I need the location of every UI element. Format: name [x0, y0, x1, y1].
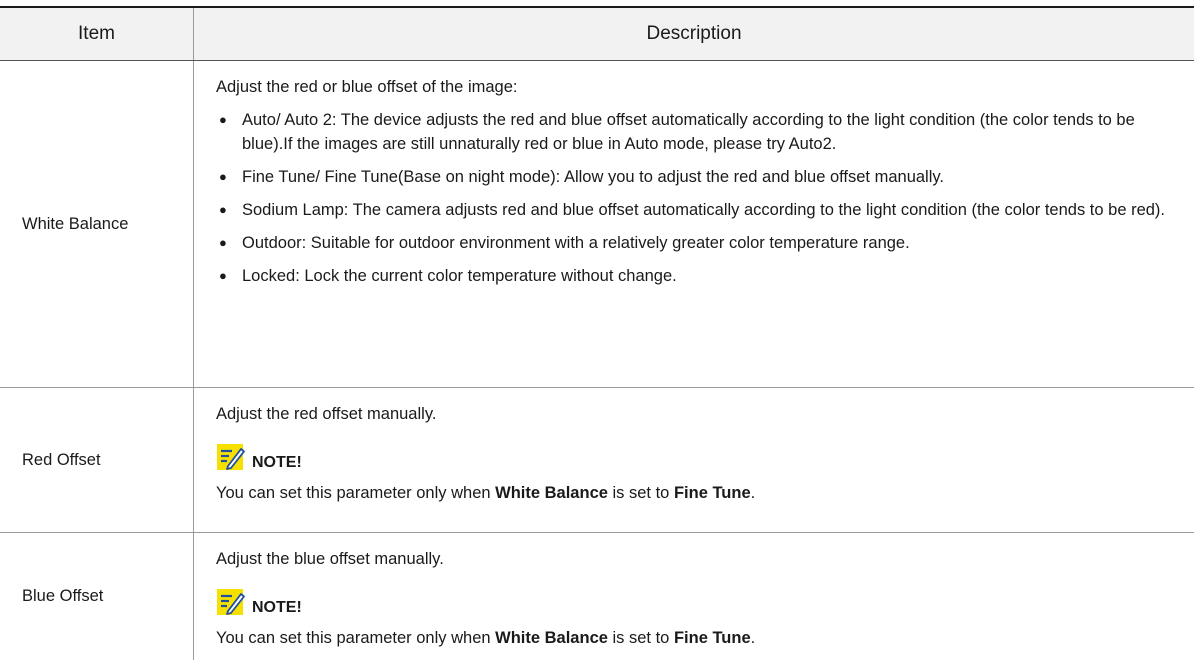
note-pencil-icon	[217, 444, 245, 470]
table-row-blue-offset: Blue Offset Adjust the blue offset manua…	[0, 533, 1194, 660]
bullet-dot-icon: ●	[219, 202, 227, 217]
list-item: ● Locked: Lock the current color temperat…	[216, 264, 1172, 288]
list-item: ● Auto/ Auto 2: The device adjusts the re…	[216, 108, 1172, 156]
table-header-row: Item Description	[0, 6, 1194, 61]
note-text: You can set this parameter only when Whi…	[216, 484, 756, 502]
list-item: ● Fine Tune/ Fine Tune(Base on night mode…	[216, 165, 1172, 189]
bullet-dot-icon: ●	[219, 112, 227, 127]
description-cell: Adjust the red or blue offset of the ima…	[194, 61, 1194, 387]
parameter-table: Item Description White Balance Adjust th…	[0, 6, 1194, 660]
note-text: You can set this parameter only when Whi…	[216, 629, 756, 647]
note-pencil-icon	[217, 589, 245, 615]
description-intro: Adjust the red offset manually.	[216, 405, 437, 423]
table-row-red-offset: Red Offset Adjust the red offset manuall…	[0, 388, 1194, 533]
note-block: NOTE!	[216, 438, 1172, 472]
note-title: NOTE!	[252, 599, 302, 616]
description-intro: Adjust the red or blue offset of the ima…	[216, 78, 518, 96]
description-cell: Adjust the red offset manually. NOTE! Yo…	[194, 388, 1194, 532]
item-cell: Blue Offset	[0, 533, 194, 660]
bullet-dot-icon: ●	[219, 235, 227, 250]
header-description: Description	[646, 23, 742, 44]
bullet-dot-icon: ●	[219, 268, 227, 283]
option-list: ● Auto/ Auto 2: The device adjusts the re…	[216, 108, 1172, 288]
item-label: Red Offset	[22, 450, 101, 469]
description-intro: Adjust the blue offset manually.	[216, 550, 444, 568]
item-label: White Balance	[22, 214, 129, 233]
header-item: Item	[0, 8, 194, 60]
note-title: NOTE!	[252, 454, 302, 471]
item-label: Blue Offset	[22, 587, 104, 605]
item-cell: White Balance	[0, 61, 194, 387]
list-item: ● Outdoor: Suitable for outdoor environme…	[216, 231, 1172, 255]
bullet-dot-icon: ●	[219, 169, 227, 184]
list-item: ● Sodium Lamp: The camera adjusts red and…	[216, 198, 1172, 222]
note-block: NOTE!	[216, 583, 1172, 617]
table-row-white-balance: White Balance Adjust the red or blue off…	[0, 61, 1194, 388]
item-cell: Red Offset	[0, 388, 194, 532]
description-cell: Adjust the blue offset manually. NOTE! Y…	[194, 533, 1194, 660]
